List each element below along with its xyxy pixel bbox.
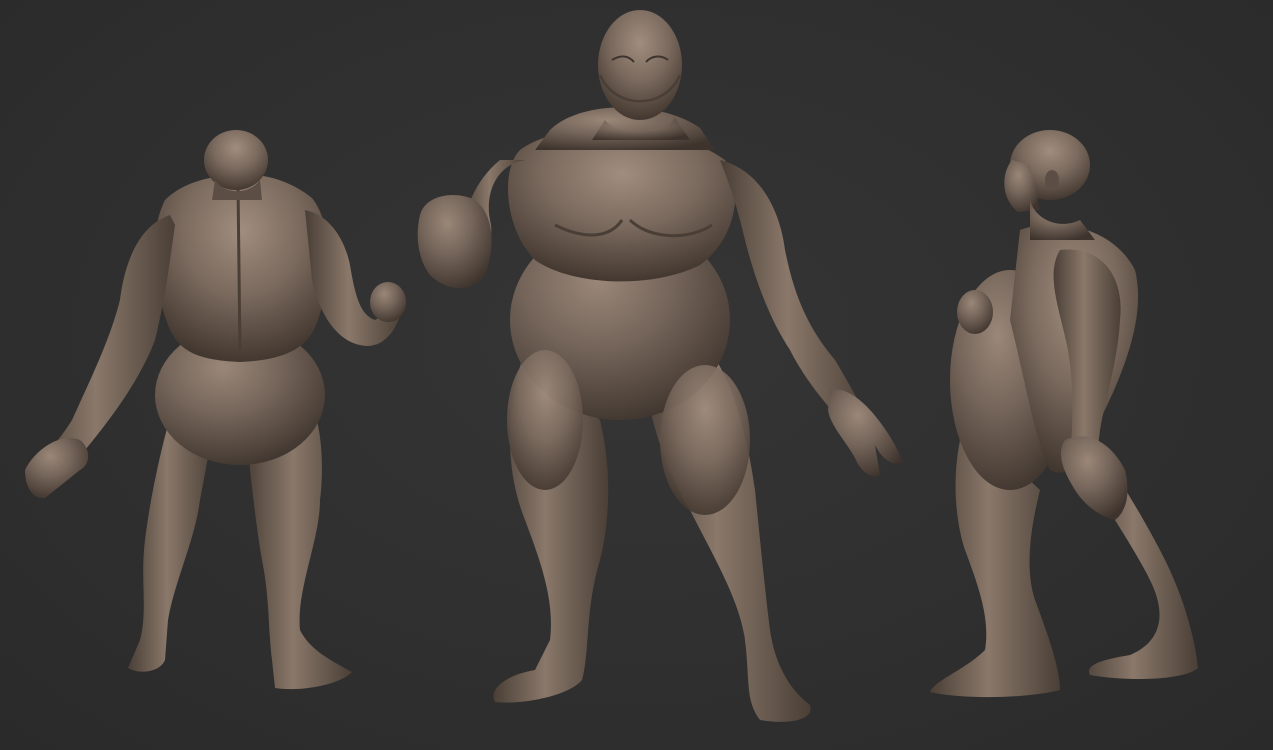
back-head xyxy=(204,130,268,190)
front-view-figure xyxy=(417,10,903,722)
front-head xyxy=(598,10,682,120)
sculpt-viewport[interactable] xyxy=(0,0,1273,750)
side-hand xyxy=(1060,436,1128,520)
back-torso xyxy=(154,174,329,362)
front-right-arm xyxy=(720,160,870,430)
front-right-hand xyxy=(828,389,903,477)
back-view-figure xyxy=(25,130,406,690)
back-right-hand xyxy=(370,282,406,322)
back-right-arm xyxy=(305,210,402,346)
back-left-hand xyxy=(25,438,89,499)
front-chest xyxy=(508,127,736,282)
front-left-fist xyxy=(417,195,492,289)
side-fist xyxy=(957,290,993,334)
side-view-figure xyxy=(930,130,1198,698)
sculpt-render xyxy=(25,10,1198,722)
